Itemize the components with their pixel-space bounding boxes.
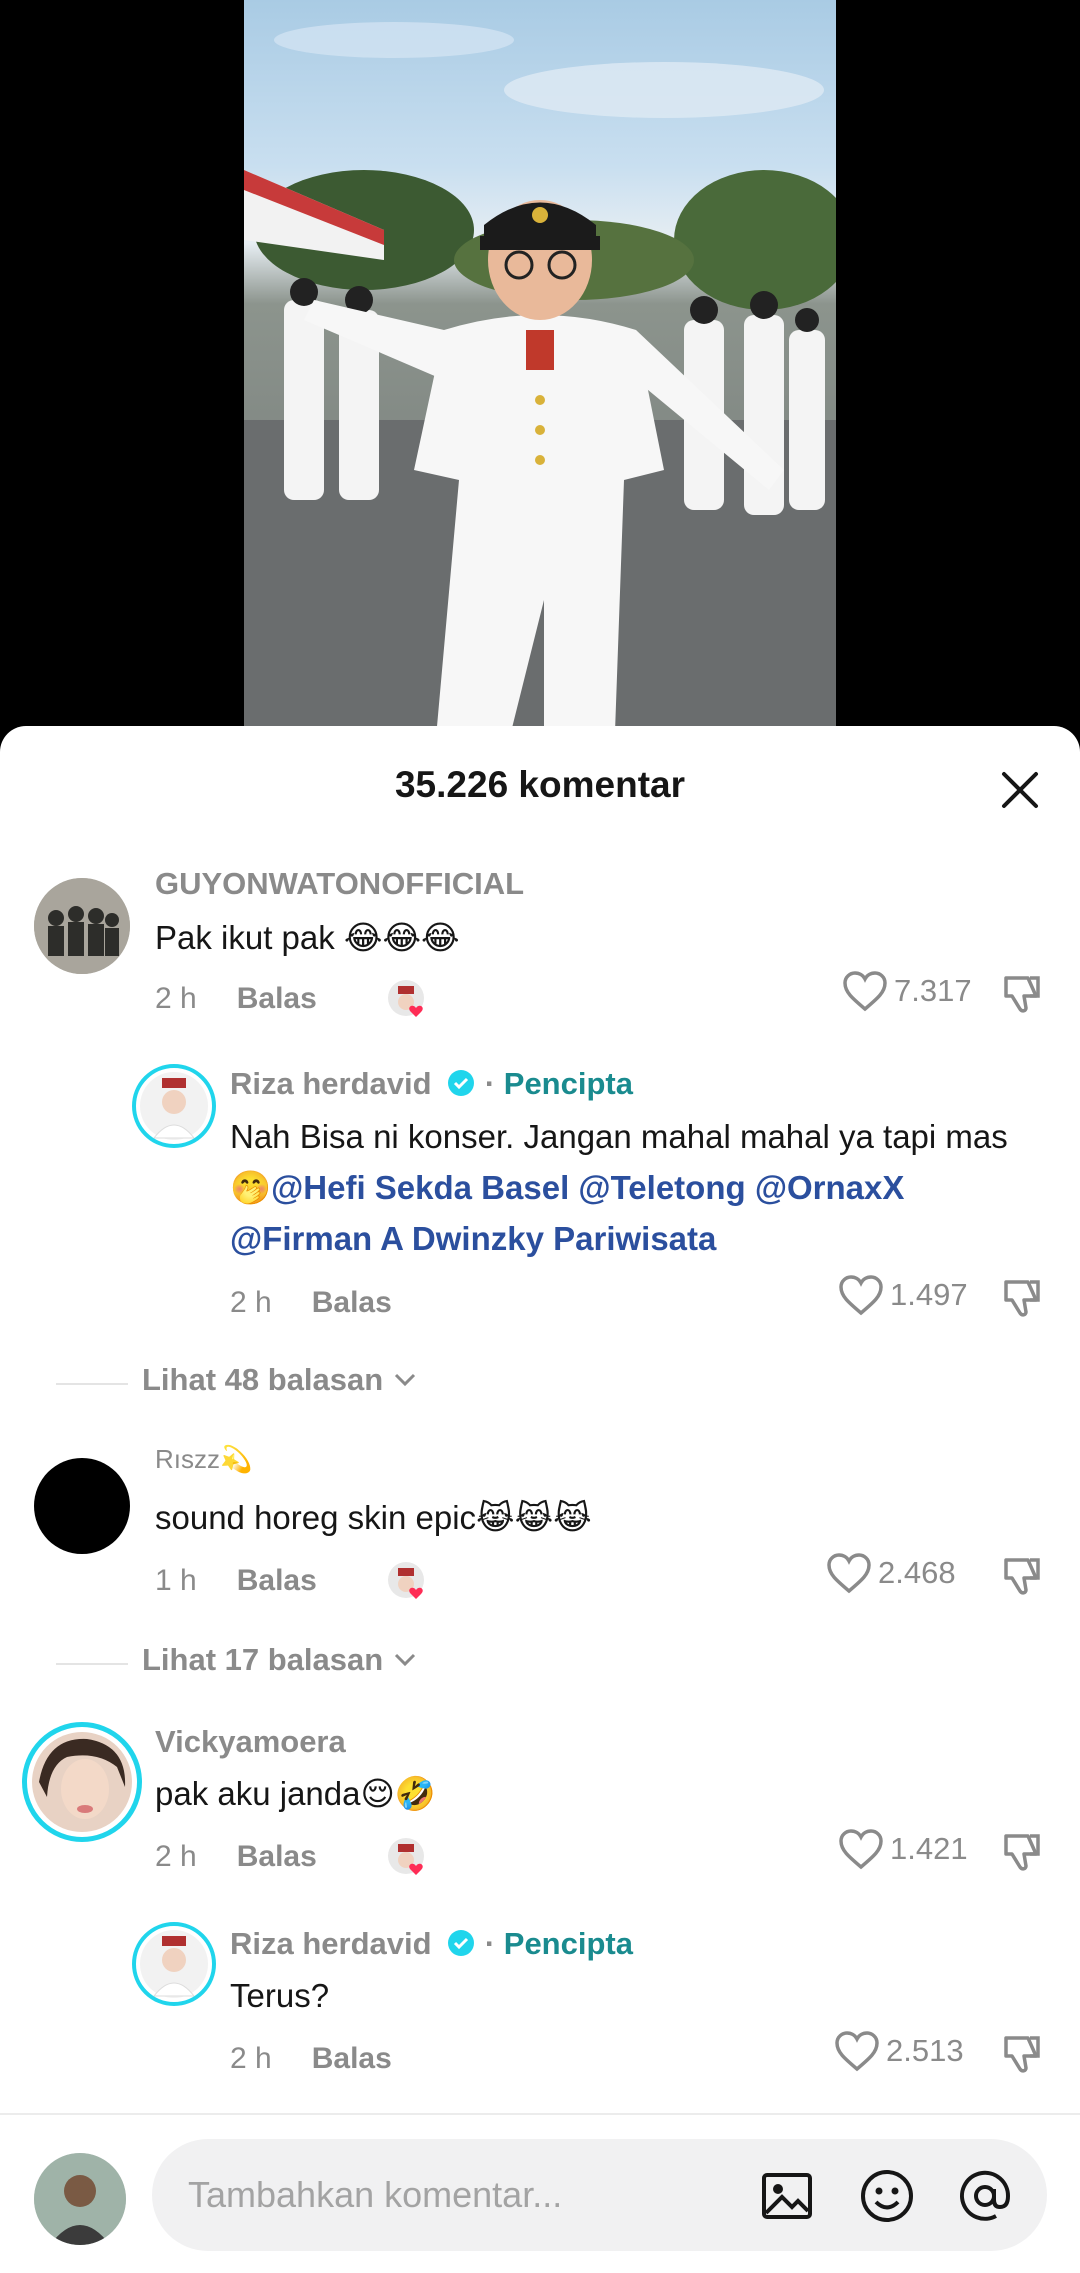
creator-liked-icon bbox=[388, 1838, 424, 1875]
comment-time: 1 h bbox=[155, 1564, 197, 1597]
comment-text: pak aku janda😌🤣 bbox=[155, 1775, 436, 1812]
like-count: 7.317 bbox=[894, 973, 972, 1008]
avatar[interactable] bbox=[34, 878, 130, 974]
comment-time: 2 h bbox=[155, 1840, 197, 1873]
mention-link[interactable]: @Firman A Dwinzky Pariwisata bbox=[230, 1220, 716, 1257]
creator-badge: Pencipta bbox=[503, 1066, 633, 1101]
creator-liked-icon bbox=[388, 1562, 424, 1599]
like-button[interactable]: 1.497 bbox=[838, 1274, 968, 1316]
comment-time: 2 h bbox=[230, 1286, 272, 1319]
dislike-icon[interactable] bbox=[1000, 2032, 1044, 2076]
comment-text: Terus? bbox=[230, 1977, 330, 2014]
comment-meta: 2 h Balas bbox=[155, 982, 317, 1016]
creator-username[interactable]: Riza herdavid bbox=[230, 1926, 432, 1961]
comment-meta: 2 h Balas bbox=[155, 1840, 317, 1874]
dislike-icon[interactable] bbox=[1000, 1276, 1044, 1320]
comment-time: 2 h bbox=[155, 982, 197, 1015]
dislike-icon[interactable] bbox=[1000, 972, 1044, 1016]
avatar[interactable] bbox=[34, 1458, 130, 1554]
like-button[interactable]: 2.513 bbox=[834, 2030, 964, 2072]
dislike-icon[interactable] bbox=[1000, 1554, 1044, 1598]
separator-dot: · bbox=[484, 1066, 496, 1101]
comment-input[interactable] bbox=[188, 2139, 748, 2251]
emoji-icon[interactable] bbox=[858, 2167, 916, 2225]
like-button[interactable]: 1.421 bbox=[838, 1828, 968, 1870]
view-replies-button[interactable]: Lihat 17 balasan bbox=[55, 1642, 417, 1678]
comment-username[interactable]: Vickyamoera bbox=[155, 1724, 346, 1760]
creator-liked-icon bbox=[388, 980, 424, 1017]
separator-dot: · bbox=[484, 1926, 496, 1961]
heart-icon bbox=[839, 1829, 883, 1870]
chevron-down-icon bbox=[395, 1653, 416, 1667]
creator-username[interactable]: Riza herdavid bbox=[230, 1066, 432, 1101]
like-count: 1.421 bbox=[890, 1831, 968, 1866]
heart-icon bbox=[843, 971, 887, 1012]
video-scene-illustration bbox=[244, 22, 836, 760]
avatar[interactable] bbox=[132, 1064, 216, 1148]
mention-link[interactable]: @OrnaxX bbox=[755, 1169, 905, 1206]
comment-username[interactable]: Rıszz💫 bbox=[155, 1444, 252, 1475]
heart-icon bbox=[835, 2031, 879, 2072]
video-player[interactable] bbox=[0, 0, 1080, 760]
view-replies-label: Lihat 48 balasan bbox=[142, 1362, 384, 1397]
like-count: 2.513 bbox=[886, 2033, 964, 2068]
comment-username[interactable]: GUYONWATONOFFICIAL bbox=[155, 866, 524, 902]
like-count: 1.497 bbox=[890, 1277, 968, 1312]
avatar[interactable] bbox=[132, 1922, 216, 2006]
view-replies-button[interactable]: Lihat 48 balasan bbox=[55, 1362, 417, 1398]
reply-button[interactable]: Balas bbox=[312, 2042, 392, 2075]
comment-composer bbox=[0, 2113, 1080, 2273]
chevron-down-icon bbox=[395, 1373, 416, 1387]
verified-icon bbox=[448, 1070, 475, 1096]
dislike-icon[interactable] bbox=[1000, 1830, 1044, 1874]
heart-icon bbox=[839, 1275, 883, 1316]
creator-badge: Pencipta bbox=[503, 1926, 633, 1961]
comment-meta: 1 h Balas bbox=[155, 1564, 317, 1598]
comment-input-container bbox=[152, 2139, 1047, 2251]
reply-button[interactable]: Balas bbox=[312, 1286, 392, 1319]
like-count: 2.468 bbox=[878, 1555, 956, 1590]
comment-time: 2 h bbox=[230, 2042, 272, 2075]
comment-text: Nah Bisa ni konser. Jangan mahal mahal y… bbox=[230, 1111, 1030, 1264]
comment-meta: 2 h Balas bbox=[230, 2042, 392, 2076]
avatar[interactable] bbox=[22, 1722, 142, 1842]
reply-button[interactable]: Balas bbox=[237, 1564, 317, 1597]
current-user-avatar[interactable] bbox=[34, 2153, 126, 2245]
reply-button[interactable]: Balas bbox=[237, 982, 317, 1015]
comment-text: Pak ikut pak 😂😂😂 bbox=[155, 919, 460, 956]
like-button[interactable]: 2.468 bbox=[826, 1552, 956, 1594]
view-replies-label: Lihat 17 balasan bbox=[142, 1642, 384, 1677]
comment-text: sound horeg skin epic😹😹😹 bbox=[155, 1499, 592, 1536]
comment-meta: 2 h Balas bbox=[230, 1286, 392, 1320]
verified-icon bbox=[448, 1930, 475, 1956]
video-thumbnail[interactable] bbox=[244, 0, 836, 760]
close-icon[interactable] bbox=[996, 766, 1044, 814]
image-icon[interactable] bbox=[758, 2167, 816, 2225]
mention-link[interactable]: @Hefi Sekda Basel bbox=[271, 1169, 569, 1206]
heart-icon bbox=[827, 1553, 871, 1594]
like-button[interactable]: 7.317 bbox=[842, 970, 972, 1012]
comment-username: Riza herdavid · Pencipta bbox=[230, 1926, 633, 1962]
reply-button[interactable]: Balas bbox=[237, 1840, 317, 1873]
at-icon[interactable] bbox=[956, 2167, 1014, 2225]
comments-sheet: 35.226 komentar GUYONWATONOFFICIAL Pak i… bbox=[0, 726, 1080, 2273]
comment-username: Riza herdavid · Pencipta bbox=[230, 1066, 633, 1102]
mention-link[interactable]: @Teletong bbox=[578, 1169, 745, 1206]
comments-count-title: 35.226 komentar bbox=[394, 764, 685, 805]
